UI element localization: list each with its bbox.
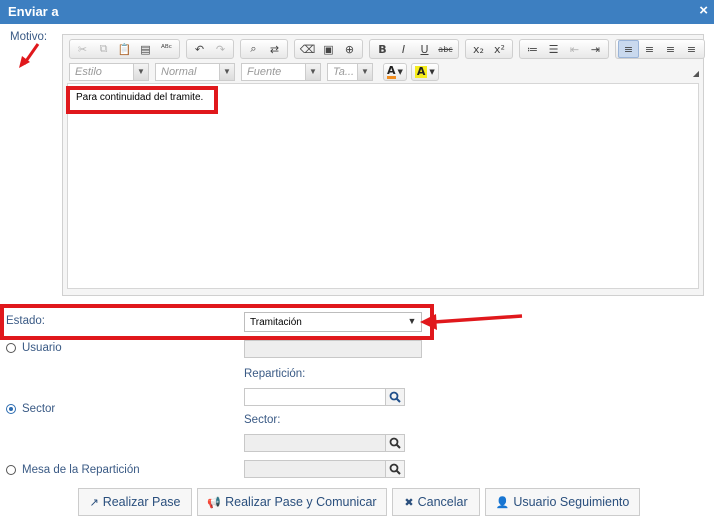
align-left-icon[interactable]: ≡	[618, 40, 639, 58]
toolbar-group: x₂ x²	[465, 39, 513, 59]
strikethrough-icon[interactable]: abc	[435, 40, 456, 58]
eraser-icon[interactable]: ⌫	[297, 40, 318, 58]
chevron-down-icon: ▼	[219, 64, 234, 80]
mesa-input[interactable]	[244, 460, 386, 478]
format-combo-text: Normal	[161, 66, 197, 78]
chevron-down-icon: ▼	[357, 64, 372, 80]
sector-input[interactable]	[244, 434, 386, 452]
replace-icon[interactable]: ⇄	[264, 40, 285, 58]
share-icon: ↗	[89, 495, 99, 509]
sector-search-button[interactable]	[385, 434, 405, 452]
subscript-icon[interactable]: x₂	[468, 40, 489, 58]
cancel-label: Cancelar	[417, 495, 468, 509]
find-icon[interactable]: ⌕	[243, 40, 264, 58]
editor-toolbar-row1: ✂ ⧉ 📋 ▤ ᴬᴮᶜ ↶ ↷ ⌕ ⇄ ⌫ ▣ ⊕ B I Uabc x₂ x² ≔ ☰ ⇤ ⇥ ≡ ≡ ≡ ≡	[69, 38, 711, 60]
paste-icon[interactable]: 📋	[114, 40, 135, 58]
radio-mesa-control[interactable]	[6, 465, 16, 475]
arrow-icon	[420, 314, 523, 330]
toolbar-group: ⌫ ▣ ⊕	[294, 39, 363, 59]
realizar-pase-button[interactable]: ↗ Realizar Pase	[78, 488, 192, 516]
undo-icon[interactable]: ↶	[189, 40, 210, 58]
indent-icon[interactable]: ⇥	[585, 40, 606, 58]
close-icon[interactable]: ×	[699, 2, 708, 19]
toolbar-group: B I Uabc	[369, 39, 459, 59]
radio-sector-label: Sector	[22, 403, 56, 415]
superscript-icon[interactable]: x²	[489, 40, 510, 58]
toolbar-group: ✂ ⧉ 📋 ▤ ᴬᴮᶜ	[69, 39, 180, 59]
chevron-down-icon: ▼	[133, 64, 148, 80]
radio-usuario-label: Usuario	[22, 342, 62, 354]
toolbar-group: ↶ ↷	[186, 39, 234, 59]
toolbar-collapse-icon[interactable]: ◢	[693, 69, 699, 78]
realizar-pase-comunicar-label: Realizar Pase y Comunicar	[225, 495, 377, 509]
font-combo[interactable]: Fuente ▼	[241, 63, 321, 81]
close-icon: ✖	[404, 495, 414, 509]
dialog-title: Enviar a	[8, 4, 59, 19]
radio-sector-control[interactable]	[6, 404, 16, 414]
text-color-icon: A	[387, 64, 396, 79]
chevron-down-icon: ▼	[305, 64, 320, 80]
user-icon: 👤	[495, 495, 510, 509]
size-combo-text: Ta...	[333, 66, 354, 78]
underline-icon[interactable]: U	[414, 40, 435, 58]
editor-text: Para continuidad del tramite.	[76, 92, 204, 103]
realizar-pase-comunicar-button[interactable]: 📢 Realizar Pase y Comunicar	[197, 488, 387, 516]
size-combo[interactable]: Ta... ▼	[327, 63, 373, 81]
bold-icon[interactable]: B	[372, 40, 393, 58]
search-icon	[389, 391, 401, 403]
cancel-button[interactable]: ✖ Cancelar	[392, 488, 480, 516]
chevron-down-icon: ▼	[429, 68, 435, 76]
estado-label: Estado:	[6, 315, 45, 327]
style-combo-text: Estilo	[75, 66, 102, 78]
radio-mesa-label: Mesa de la Repartición	[22, 464, 140, 476]
bg-color-icon: A	[414, 65, 428, 78]
spellcheck-icon[interactable]: ᴬᴮᶜ	[156, 40, 177, 58]
radio-usuario[interactable]: Usuario	[6, 342, 62, 354]
bg-color-button[interactable]: A ▼	[410, 63, 439, 81]
outdent-icon[interactable]: ⇤	[564, 40, 585, 58]
usuario-input[interactable]	[244, 340, 422, 358]
bullhorn-icon: 📢	[207, 495, 222, 509]
arrow-icon	[19, 43, 40, 68]
dialog-titlebar: Enviar a ×	[0, 0, 714, 24]
style-combo[interactable]: Estilo ▼	[69, 63, 149, 81]
usuario-seguimiento-label: Usuario Seguimiento	[513, 495, 630, 509]
realizar-pase-label: Realizar Pase	[102, 495, 181, 509]
italic-icon[interactable]: I	[393, 40, 414, 58]
paste-word-icon[interactable]: ▤	[135, 40, 156, 58]
spellcheck-scayt-icon[interactable]: ⊕	[339, 40, 360, 58]
reparticion-label: Repartición:	[244, 368, 306, 380]
align-justify-icon[interactable]: ≡	[681, 40, 702, 58]
search-icon	[389, 437, 401, 449]
search-icon	[389, 463, 401, 475]
chevron-down-icon: ▼	[397, 68, 403, 76]
font-combo-text: Fuente	[247, 66, 282, 78]
bulleted-list-icon[interactable]: ☰	[543, 40, 564, 58]
radio-usuario-control[interactable]	[6, 343, 16, 353]
toolbar-group: ≔ ☰ ⇤ ⇥	[519, 39, 609, 59]
radio-mesa[interactable]: Mesa de la Repartición	[6, 464, 140, 476]
redo-icon[interactable]: ↷	[210, 40, 231, 58]
rich-text-editor: ✂ ⧉ 📋 ▤ ᴬᴮᶜ ↶ ↷ ⌕ ⇄ ⌫ ▣ ⊕ B I Uabc x₂ x² ≔ ☰ ⇤ ⇥ ≡ ≡ ≡ ≡ Estilo …	[62, 34, 705, 296]
mesa-search-button[interactable]	[385, 460, 405, 478]
reparticion-input[interactable]	[244, 388, 386, 406]
align-center-icon[interactable]: ≡	[639, 40, 660, 58]
editor-content-area[interactable]: Para continuidad del tramite.	[67, 83, 699, 289]
reparticion-search-button[interactable]	[385, 388, 405, 406]
estado-select[interactable]: Tramitación ▼	[244, 312, 422, 332]
numbered-list-icon[interactable]: ≔	[522, 40, 543, 58]
usuario-seguimiento-button[interactable]: 👤 Usuario Seguimiento	[485, 488, 640, 516]
sector-label: Sector:	[244, 414, 281, 426]
estado-value: Tramitación	[250, 317, 302, 328]
select-all-icon[interactable]: ▣	[318, 40, 339, 58]
editor-toolbar-row2: Estilo ▼ Normal ▼ Fuente ▼ Ta... ▼ A ▼ A…	[69, 62, 443, 82]
format-combo[interactable]: Normal ▼	[155, 63, 235, 81]
toolbar-group: ⌕ ⇄	[240, 39, 288, 59]
cut-icon[interactable]: ✂	[72, 40, 93, 58]
radio-sector[interactable]: Sector	[6, 403, 55, 415]
toolbar-group: ≡ ≡ ≡ ≡	[615, 39, 705, 59]
copy-icon[interactable]: ⧉	[93, 40, 114, 58]
text-color-button[interactable]: A ▼	[383, 63, 407, 81]
align-right-icon[interactable]: ≡	[660, 40, 681, 58]
